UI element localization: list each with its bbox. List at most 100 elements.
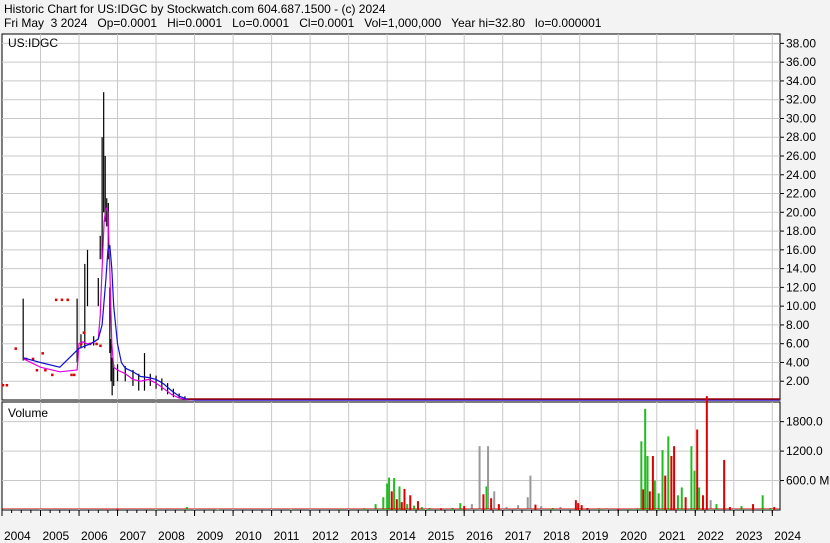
volume-bar <box>661 450 664 510</box>
price-point <box>95 342 98 346</box>
volume-bar <box>482 494 485 510</box>
volume-panel: Volume 600.0 M 1200.0 1800.0 <box>1 396 829 511</box>
volume-bar <box>723 459 726 510</box>
volume-bar <box>478 446 481 510</box>
price-y-tick-label: 32.00 <box>786 93 816 107</box>
volume-bar <box>493 491 496 510</box>
price-y-tick-label: 16.00 <box>786 243 816 257</box>
price-point <box>60 298 64 302</box>
volume-bar <box>390 491 393 510</box>
volume-bar <box>628 509 631 510</box>
price-point <box>73 373 76 377</box>
volume-bar <box>403 488 406 510</box>
volume-bar <box>752 504 755 510</box>
x-tick-label: 2024 <box>774 529 801 543</box>
price-y-tick-label: 14.00 <box>786 262 816 276</box>
price-y-tick-label: 24.00 <box>786 168 816 182</box>
volume-y-tick-label: 1800.0 <box>786 415 823 429</box>
volume-bar <box>667 436 670 510</box>
volume-bar <box>761 495 764 510</box>
volume-label: Volume <box>8 406 48 420</box>
volume-bar <box>670 456 673 510</box>
volume-bar <box>497 504 500 510</box>
price-point <box>70 373 73 377</box>
chart-title: Historic Chart for US:IDGC by Stockwatch… <box>4 2 386 16</box>
x-tick-label: 2006 <box>81 529 108 543</box>
x-tick-label: 2014 <box>389 529 416 543</box>
volume-bar <box>644 408 647 510</box>
x-tick-label: 2021 <box>659 529 686 543</box>
volume-y-tick-label: 600.0 M <box>786 474 829 488</box>
price-y-tick-label: 20.00 <box>786 205 816 219</box>
volume-bar <box>705 396 708 510</box>
price-point <box>1 383 5 387</box>
price-point <box>51 373 54 377</box>
volume-bar <box>676 495 679 510</box>
volume-bar <box>657 493 660 510</box>
volume-bar <box>409 495 412 510</box>
price-y-tick-label: 36.00 <box>786 55 816 69</box>
volume-bar <box>374 504 377 510</box>
x-tick-label: 2005 <box>43 529 70 543</box>
price-y-tick-label: 6.00 <box>786 337 810 351</box>
price-y-tick-label: 30.00 <box>786 111 816 125</box>
price-y-tick-label: 34.00 <box>786 74 816 88</box>
volume-bar <box>580 505 583 510</box>
volume-bar <box>393 478 396 510</box>
volume-bar <box>673 446 676 510</box>
price-y-tick-label: 10.00 <box>786 299 816 313</box>
x-tick-label: 2010 <box>235 529 262 543</box>
x-tick-label: 2009 <box>197 529 224 543</box>
volume-bar <box>470 504 473 510</box>
volume-bar <box>664 475 667 510</box>
chart-quote-line: Fri May 3 2024 Op=0.0001 Hi=0.0001 Lo=0.… <box>4 16 602 30</box>
volume-bar <box>698 487 701 510</box>
volume-bar <box>693 470 696 510</box>
volume-bar <box>388 477 391 510</box>
price-y-tick-label: 12.00 <box>786 280 816 294</box>
price-point <box>5 383 9 387</box>
price-y-tick-label: 22.00 <box>786 187 816 201</box>
volume-y-axis: 600.0 M 1200.0 1800.0 <box>780 415 829 488</box>
price-y-tick-label: 28.00 <box>786 130 816 144</box>
volume-bar <box>640 441 643 510</box>
x-tick-label: 2020 <box>620 529 647 543</box>
volume-bar <box>696 429 699 510</box>
volume-bar <box>690 446 693 510</box>
x-tick-label: 2023 <box>736 529 763 543</box>
price-y-tick-label: 38.00 <box>786 36 816 50</box>
price-y-tick-label: 4.00 <box>786 355 810 369</box>
volume-bar <box>406 504 409 510</box>
x-tick-label: 2007 <box>120 529 147 543</box>
volume-bar <box>648 491 651 510</box>
volume-bar <box>701 495 704 510</box>
volume-bar <box>517 505 520 510</box>
x-tick-label: 2017 <box>505 529 532 543</box>
price-point <box>54 298 58 302</box>
volume-bar <box>116 509 119 510</box>
volume-bar <box>651 456 654 510</box>
price-point <box>41 352 44 355</box>
stock-chart: Historic Chart for US:IDGC by Stockwatch… <box>0 0 830 543</box>
volume-bar <box>398 486 401 510</box>
volume-bar <box>642 489 645 510</box>
volume-y-tick-label: 1200.0 <box>786 444 823 458</box>
volume-bar <box>534 504 537 510</box>
volume-bar <box>413 505 416 510</box>
price-point <box>44 368 47 372</box>
x-tick-label: 2022 <box>697 529 724 543</box>
x-tick-label: 2011 <box>274 529 300 543</box>
price-point <box>14 347 17 350</box>
price-y-tick-label: 8.00 <box>786 318 810 332</box>
volume-bar <box>617 509 620 510</box>
volume-bar <box>487 446 490 510</box>
price-point <box>99 344 102 348</box>
price-y-tick-label: 26.00 <box>786 149 816 163</box>
x-tick-label: 2013 <box>351 529 378 543</box>
volume-bar <box>386 483 389 510</box>
x-tick-label: 2012 <box>312 529 339 543</box>
x-tick-label: 2018 <box>543 529 570 543</box>
volume-bar <box>104 509 107 510</box>
x-tick-label: 2019 <box>582 529 609 543</box>
volume-bar <box>339 509 342 510</box>
